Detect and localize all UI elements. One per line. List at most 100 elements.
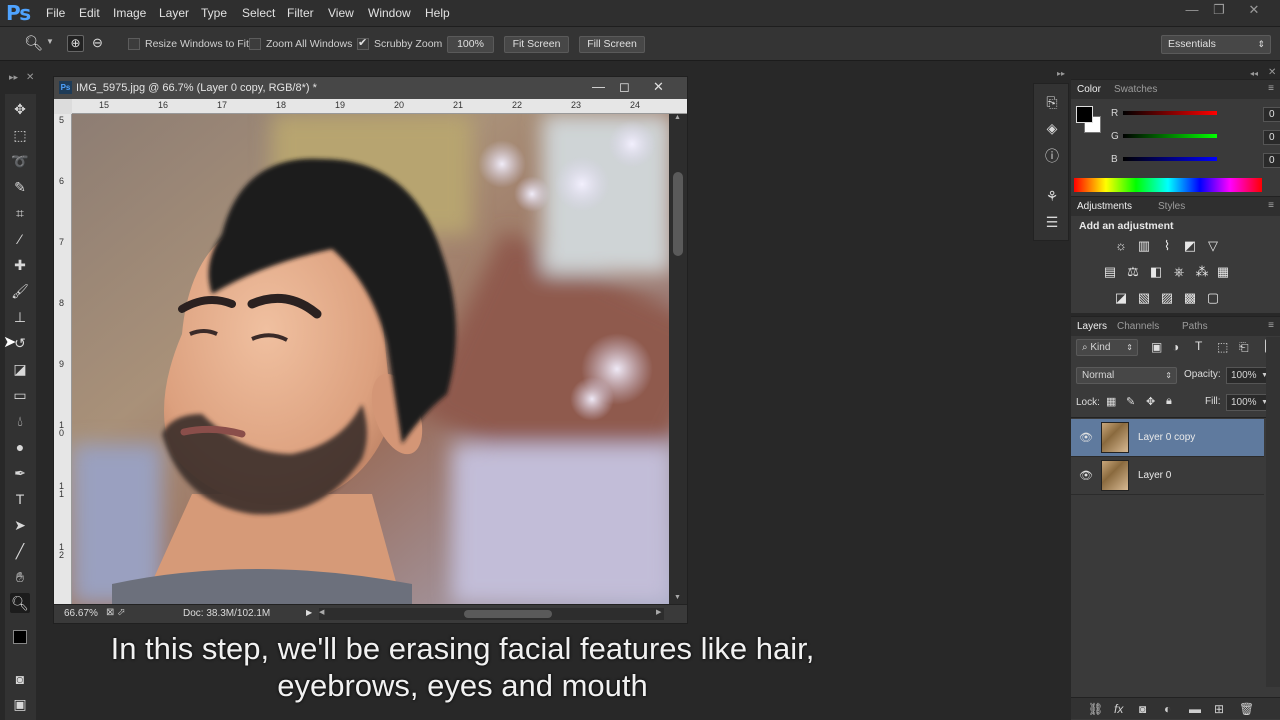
zoom-tool-icon[interactable]: 🔍︎ <box>10 593 30 613</box>
foreground-color-swatch[interactable] <box>13 630 27 644</box>
panel-close-icon[interactable]: ✕ <box>1268 67 1276 78</box>
zoom-100-button[interactable]: 100% <box>447 36 494 53</box>
visibility-eye-icon[interactable]: 👁︎ <box>1079 431 1093 444</box>
link-layers-icon[interactable]: ⛓︎ <box>1088 702 1103 716</box>
new-group-icon[interactable]: ▬ <box>1189 702 1201 716</box>
layers-scrollbar[interactable] <box>1266 337 1280 687</box>
history-icon[interactable]: ⎘ <box>1042 92 1062 112</box>
menu-help[interactable]: Help <box>425 6 450 20</box>
gradient-tool-icon[interactable]: ▭ <box>10 385 30 405</box>
red-value[interactable]: 0 <box>1263 107 1280 122</box>
black-white-icon[interactable]: ◧ <box>1147 263 1165 281</box>
lock-transparent-icon[interactable]: ▦ <box>1106 395 1116 408</box>
status-menu-arrow-icon[interactable]: ▶ <box>306 608 312 617</box>
menu-layer[interactable]: Layer <box>159 6 189 20</box>
lock-pixels-icon[interactable]: ✎ <box>1126 395 1135 408</box>
resize-windows-checkbox[interactable] <box>128 38 140 50</box>
panel-collapse-icon[interactable]: ◂◂ <box>1250 69 1258 78</box>
color-lookup-icon[interactable]: ▦ <box>1214 263 1232 281</box>
layer-name[interactable]: Layer 0 copy <box>1138 432 1195 443</box>
restore-button[interactable]: ❐ <box>1208 2 1230 20</box>
tab-layers[interactable]: Layers <box>1077 321 1107 332</box>
pixel-filter-icon[interactable]: ▣ <box>1151 340 1162 354</box>
gradient-map-icon[interactable]: ▩ <box>1181 289 1199 307</box>
layer-style-icon[interactable]: fx <box>1114 702 1123 716</box>
blue-value[interactable]: 0 <box>1263 153 1280 168</box>
visibility-eye-icon[interactable]: 👁︎ <box>1079 469 1093 482</box>
vertical-ruler[interactable]: 5 6 7 8 9 1 0 1 1 1 2 <box>54 114 72 604</box>
red-track[interactable] <box>1123 111 1217 115</box>
color-spectrum[interactable] <box>1074 178 1262 192</box>
blend-mode-select[interactable]: Normal ⇕ <box>1076 367 1177 384</box>
horizontal-scroll-thumb[interactable] <box>464 610 552 618</box>
zoom-tool-icon[interactable]: 🔍︎ <box>24 34 43 52</box>
panel-menu-icon[interactable]: ≡ <box>1268 83 1274 94</box>
posterize-icon[interactable]: ▧ <box>1135 289 1153 307</box>
vertical-scrollbar[interactable]: ▲ ▼ <box>669 114 687 604</box>
screen-mode-icon[interactable]: ▣ <box>10 694 30 714</box>
minimize-button[interactable]: — <box>1181 2 1203 20</box>
delete-layer-icon[interactable]: 🗑︎ <box>1239 702 1254 716</box>
brush-presets-icon[interactable]: ⚘ <box>1042 186 1062 206</box>
add-mask-icon[interactable]: ◙ <box>1139 702 1146 716</box>
blue-track[interactable] <box>1123 157 1217 161</box>
fill-input[interactable]: 100% ▼ <box>1226 394 1271 411</box>
type-tool-icon[interactable]: T <box>10 489 30 509</box>
document-titlebar[interactable]: Ps IMG_5975.jpg @ 66.7% (Layer 0 copy, R… <box>54 77 687 99</box>
actions-icon[interactable]: ◈ <box>1042 118 1062 138</box>
fit-screen-button[interactable]: Fit Screen <box>504 36 569 53</box>
collapse-icon[interactable]: ▸▸ <box>1057 69 1065 78</box>
marquee-tool-icon[interactable]: ⬚ <box>10 125 30 145</box>
brush-tool-icon[interactable]: 🖌︎ <box>10 281 30 301</box>
menu-view[interactable]: View <box>328 6 354 20</box>
lock-all-icon[interactable]: 🔒︎ <box>1166 395 1172 408</box>
workspace-select[interactable]: Essentials ⇕ <box>1161 35 1271 54</box>
levels-icon[interactable]: ▥ <box>1135 237 1153 255</box>
close-button[interactable]: ✕ <box>1243 2 1265 20</box>
doc-close-button[interactable]: ✕ <box>653 79 664 95</box>
foreground-color[interactable] <box>1076 106 1093 123</box>
hand-tool-icon[interactable]: ✋︎ <box>10 567 30 587</box>
vibrance-icon[interactable]: ▽ <box>1204 237 1222 255</box>
properties-icon[interactable]: ☰ <box>1042 212 1062 232</box>
tab-swatches[interactable]: Swatches <box>1114 84 1157 95</box>
zoom-level[interactable]: 66.67% <box>64 608 98 619</box>
path-selection-tool-icon[interactable]: ➤ <box>10 515 30 535</box>
zoom-in-icon[interactable]: ⊕ <box>67 35 84 52</box>
eyedropper-tool-icon[interactable]: ⁄ <box>10 229 30 249</box>
blur-tool-icon[interactable]: 💧︎ <box>10 411 30 431</box>
crop-tool-icon[interactable]: ⌗ <box>10 203 30 223</box>
chevron-down-icon[interactable]: ▼ <box>46 37 54 46</box>
fill-screen-button[interactable]: Fill Screen <box>579 36 645 53</box>
quick-selection-tool-icon[interactable]: ✎ <box>10 177 30 197</box>
photo-filter-icon[interactable]: ⎈ <box>1170 263 1188 281</box>
exposure-icon[interactable]: ◩ <box>1181 237 1199 255</box>
doc-restore-button[interactable]: ◻ <box>619 79 630 95</box>
menu-type[interactable]: Type <box>201 6 227 20</box>
type-filter-icon[interactable]: T <box>1195 339 1202 353</box>
layer-row-layer-0[interactable]: 👁︎ Layer 0 <box>1071 457 1264 495</box>
healing-brush-tool-icon[interactable]: ✚ <box>10 255 30 275</box>
tab-adjustments[interactable]: Adjustments <box>1077 201 1132 212</box>
dodge-tool-icon[interactable]: ● <box>10 437 30 457</box>
lock-position-icon[interactable]: ✥ <box>1146 395 1155 408</box>
green-track[interactable] <box>1123 134 1217 138</box>
tab-paths[interactable]: Paths <box>1182 321 1208 332</box>
tab-color[interactable]: Color <box>1077 84 1101 95</box>
panel-menu-icon[interactable]: ≡ <box>1268 200 1274 211</box>
image-canvas[interactable] <box>72 114 669 604</box>
green-value[interactable]: 0 <box>1263 130 1280 145</box>
opacity-input[interactable]: 100% ▼ <box>1226 367 1271 384</box>
quick-mask-icon[interactable]: ◙ <box>10 669 30 689</box>
brightness-icon[interactable]: ☼ <box>1112 237 1130 255</box>
expand-icon[interactable]: ▸▸ <box>9 72 18 83</box>
new-adjustment-layer-icon[interactable]: ◐ <box>1164 702 1171 716</box>
doc-minimize-button[interactable]: — <box>592 79 605 94</box>
layer-row-layer-0-copy[interactable]: 👁︎ Layer 0 copy <box>1071 419 1264 457</box>
tab-styles[interactable]: Styles <box>1158 201 1185 212</box>
channel-mixer-icon[interactable]: ⁂ <box>1193 263 1211 281</box>
tab-channels[interactable]: Channels <box>1117 321 1159 332</box>
hue-saturation-icon[interactable]: ▤ <box>1101 263 1119 281</box>
new-layer-icon[interactable]: ⊞ <box>1214 702 1224 716</box>
adjustment-filter-icon[interactable]: ◑ <box>1172 340 1179 354</box>
